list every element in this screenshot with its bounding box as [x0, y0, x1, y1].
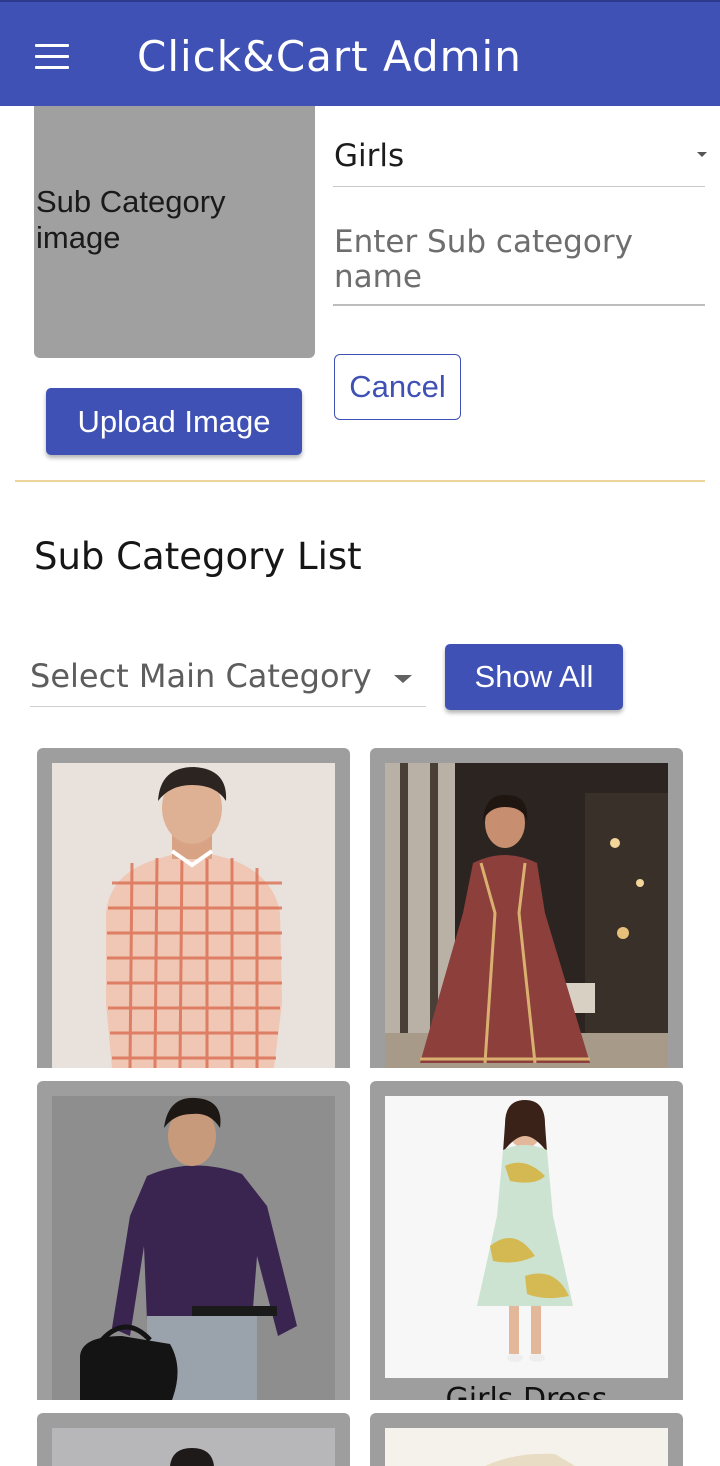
section-divider [15, 480, 705, 482]
sub-category-card[interactable] [37, 1413, 350, 1466]
cancel-button[interactable]: Cancel [334, 354, 461, 420]
sub-category-name-input[interactable]: Enter Sub category name [333, 222, 705, 306]
woman-dark-hair-photo [52, 1428, 335, 1466]
upload-image-button[interactable]: Upload Image [46, 388, 302, 455]
sub-category-list-title: Sub Category List [34, 535, 362, 578]
menu-icon[interactable] [34, 44, 70, 70]
card-caption: Girls Dress [445, 1382, 608, 1401]
sub-category-card[interactable] [370, 1413, 683, 1466]
boy-checked-shirt-photo [52, 763, 335, 1068]
main-category-select[interactable]: Girls [333, 130, 707, 187]
dropdown-arrow-icon [697, 152, 707, 157]
girl-yellow-printed-frock-photo [385, 1096, 668, 1378]
girl-maroon-anarkali-dress-photo [385, 763, 668, 1068]
dropdown-arrow-icon [394, 675, 412, 683]
name-input-placeholder: Enter Sub category name [334, 224, 633, 295]
man-purple-formal-shirt-photo [52, 1096, 335, 1400]
sub-category-card[interactable] [370, 748, 683, 1068]
app-title: Click&Cart Admin [137, 32, 522, 81]
sub-category-image-preview: Sub Category image [34, 106, 315, 358]
filter-placeholder: Select Main Category [30, 657, 372, 695]
sub-category-card[interactable]: Girls Dress [370, 1081, 683, 1400]
main-category-value: Girls [334, 138, 405, 174]
show-all-button[interactable]: Show All [445, 644, 623, 710]
sub-category-card[interactable] [37, 748, 350, 1068]
main-category-filter-select[interactable]: Select Main Category [30, 648, 426, 707]
image-placeholder-text: Sub Category image [36, 184, 226, 255]
cream-garment-photo [385, 1428, 668, 1466]
sub-category-card[interactable] [37, 1081, 350, 1400]
app-bar: Click&Cart Admin [0, 0, 720, 106]
